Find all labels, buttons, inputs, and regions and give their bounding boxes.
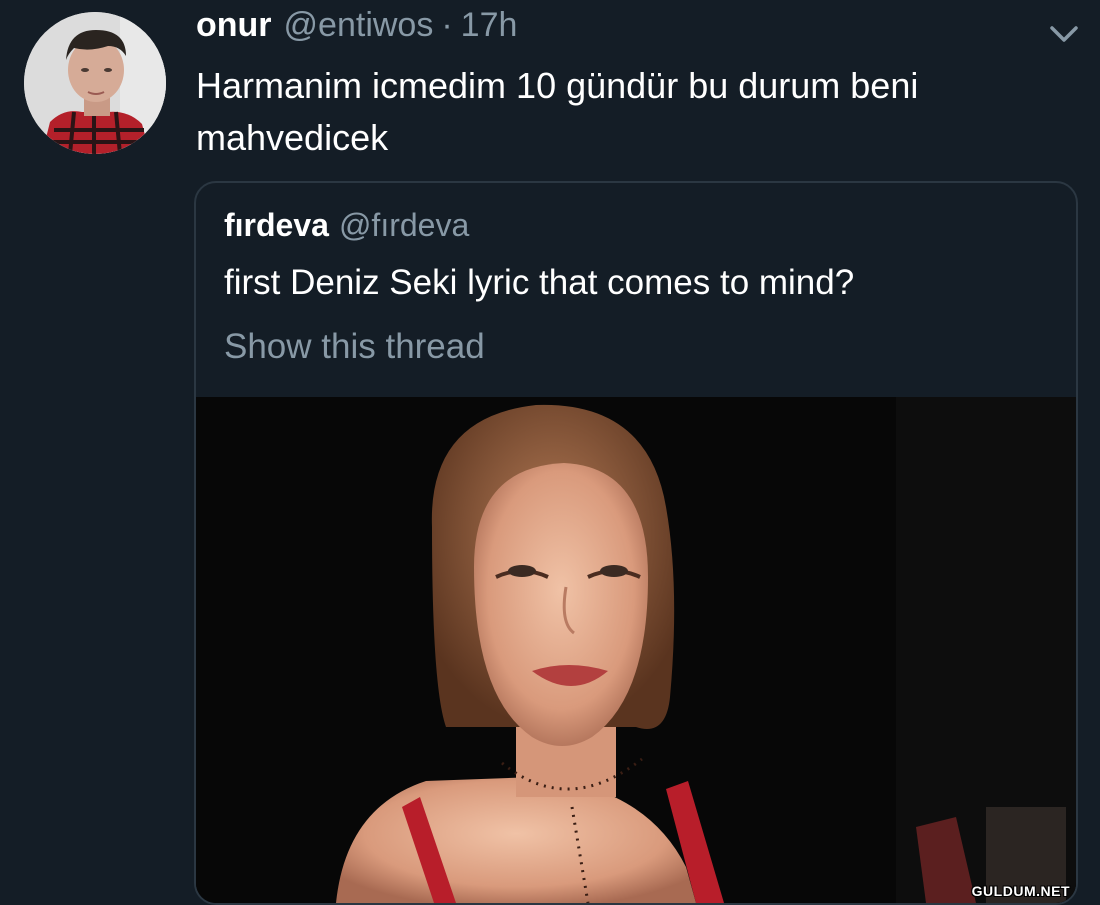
user-avatar-icon[interactable] xyxy=(24,12,166,154)
quoted-author-name: fırdeva xyxy=(224,207,329,243)
tweet-timestamp[interactable]: 17h xyxy=(461,6,518,45)
author-handle[interactable]: @entiwos xyxy=(284,6,434,45)
quoted-tweet-text: first Deniz Seki lyric that comes to min… xyxy=(224,263,855,302)
separator-dot: · xyxy=(441,6,453,44)
quoted-tweet[interactable]: fırdeva @fırdeva first Deniz Seki lyric … xyxy=(194,181,1078,905)
tweet-text: Harmanim icmedim 10 gündür bu durum beni… xyxy=(196,65,919,158)
quoted-author-handle: @fırdeva xyxy=(338,207,470,243)
show-thread-link[interactable]: Show this thread xyxy=(224,327,485,367)
quoted-tweet-photo[interactable]: GULDUM.NET xyxy=(196,397,1076,903)
author-name[interactable]: onur xyxy=(196,6,272,45)
tweet-header: onur @entiwos · 17h xyxy=(196,6,517,54)
quoted-tweet-header: fırdeva @fırdeva xyxy=(224,207,469,244)
watermark: GULDUM.NET xyxy=(971,883,1070,899)
chevron-down-icon[interactable] xyxy=(1044,20,1084,48)
tweet[interactable]: onur @entiwos · 17h Harmanim icmedim 10 … xyxy=(0,0,1100,905)
